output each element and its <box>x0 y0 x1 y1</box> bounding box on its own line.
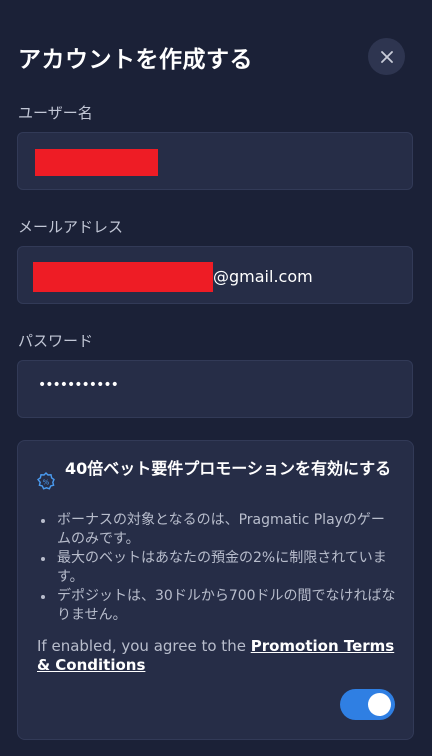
terms-agreement-text: If enabled, you agree to the Promotion T… <box>37 637 397 675</box>
close-icon <box>380 50 393 63</box>
password-label: パスワード <box>18 332 94 350</box>
redacted-email-local-part <box>33 262 213 292</box>
close-button[interactable] <box>368 38 405 75</box>
promotion-card: % 40倍ベット要件プロモーションを有効にする ボーナスの対象となるのは、Pra… <box>17 440 414 740</box>
svg-text:%: % <box>43 478 50 486</box>
page-title: アカウントを作成する <box>18 47 253 73</box>
promotion-bullet: 最大のベットはあなたの預金の2%に制限されています。 <box>37 549 397 587</box>
modal-header: アカウントを作成する <box>18 38 414 78</box>
email-label: メールアドレス <box>18 218 124 236</box>
promotion-toggle[interactable] <box>340 689 395 720</box>
username-label: ユーザー名 <box>18 104 93 122</box>
password-field[interactable]: ••••••••••• <box>17 360 413 418</box>
email-field[interactable]: @gmail.com <box>17 246 413 304</box>
percent-badge-icon: % <box>37 472 55 490</box>
promotion-title: 40倍ベット要件プロモーションを有効にする <box>65 459 392 478</box>
agreement-prefix: If enabled, you agree to the <box>37 637 251 655</box>
promotion-bullet: ボーナスの対象となるのは、Pragmatic Playのゲームのみです。 <box>37 511 397 549</box>
promotion-bullet-list: ボーナスの対象となるのは、Pragmatic Playのゲームのみです。 最大の… <box>37 511 397 625</box>
promotion-bullet: デポジットは、30ドルから700ドルの間でなければなりません。 <box>37 587 397 625</box>
password-masked-value: ••••••••••• <box>38 377 119 393</box>
email-domain-text: @gmail.com <box>213 267 313 286</box>
username-field[interactable] <box>17 132 413 190</box>
redacted-username <box>35 149 158 176</box>
toggle-knob <box>368 693 391 716</box>
